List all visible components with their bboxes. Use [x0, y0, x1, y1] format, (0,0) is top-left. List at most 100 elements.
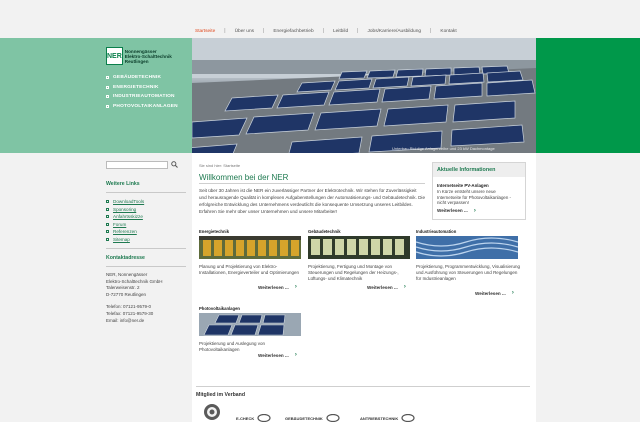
- square-bullet-icon: [106, 222, 109, 226]
- address-line: Elektro-Schalttechnik GmbH: [106, 278, 163, 284]
- arrow-right-icon: ›: [473, 207, 476, 214]
- badge-e-check[interactable]: E-CHECK: [236, 414, 271, 422]
- photovoltaik-image[interactable]: [199, 313, 301, 336]
- square-bullet-icon: [106, 200, 109, 204]
- nav-separator: |: [430, 28, 432, 34]
- menu-item-gebaeudetechnik[interactable]: GEBÄUDETECHNIK: [106, 73, 191, 83]
- nav-startseite[interactable]: Startseite: [195, 29, 215, 34]
- search-input[interactable]: [106, 160, 168, 169]
- menu-item-label: ENERGIETECHNIK: [113, 84, 159, 90]
- square-bullet-icon: [106, 237, 109, 241]
- header-band-right: [536, 38, 640, 153]
- nav-separator: |: [224, 28, 226, 34]
- link-label: Anfahrtsskizze: [113, 214, 143, 220]
- news-read-more[interactable]: Weiterlesen ... ›: [437, 208, 521, 214]
- address-line: Talerweisenstr. 2: [106, 285, 140, 291]
- verband-logo-seal[interactable]: [196, 402, 224, 422]
- menu-item-photovoltaikanlagen[interactable]: PHOTOVOLTAIKANLAGEN: [106, 102, 191, 112]
- teaser-title: Industrieautomation: [416, 229, 457, 234]
- hero-caption: Unterbau Richtige Anlagenreihe und 23 kW…: [392, 146, 495, 151]
- email-line[interactable]: Email: info@ner.de: [106, 318, 186, 325]
- divider: [199, 183, 425, 184]
- news-heading: Aktuelle Informationen: [433, 163, 525, 177]
- arrow-right-icon: ›: [403, 284, 406, 290]
- nav-energiefachbetrieb[interactable]: Energiefachbetrieb: [273, 29, 313, 34]
- link-label: Sponsoring: [113, 206, 137, 212]
- nav-leitbild[interactable]: Leitbild: [333, 29, 348, 34]
- main-menu: GEBÄUDETECHNIK ENERGIETECHNIK INDUSTRIEA…: [106, 73, 191, 111]
- teaser-industrieautomation: Industrieautomation Projektierung, Progr…: [415, 229, 520, 296]
- square-bullet-icon: [106, 76, 109, 80]
- address-line: NER, Nonnengässer: [106, 272, 148, 277]
- divider: [106, 266, 186, 267]
- divider: [106, 192, 186, 193]
- company-logo[interactable]: NER Nonnengässer Elektro-Schalttechnik R…: [106, 45, 172, 67]
- square-bullet-icon: [106, 215, 109, 219]
- nav-jobs[interactable]: Jobs/Karriere/Ausbildung: [367, 29, 421, 34]
- nav-kontakt[interactable]: Kontakt: [440, 29, 456, 34]
- teaser-text: Projektierung, Fertigung und Montage von…: [308, 264, 399, 282]
- divider: [106, 248, 186, 249]
- links-heading: Weitere Links: [106, 181, 140, 187]
- teaser-energietechnik: Energietechnik Planung und Projektierung…: [199, 229, 303, 290]
- teaser-title: Energietechnik: [199, 229, 230, 234]
- link-sponsoring[interactable]: Sponsoring: [106, 206, 186, 214]
- teaser-text: Projektierung, Programmentwicklung, Visu…: [416, 264, 520, 282]
- teaser-title: Gebäudetechnik: [308, 229, 341, 234]
- address-line: D-72770 Reutlingen: [106, 291, 147, 297]
- contact-address: NER, Nonnengässer Elektro-Schalttechnik …: [106, 272, 186, 324]
- hero-image-solar-roof: Unterbau Richtige Anlagenreihe und 23 kW…: [192, 38, 536, 153]
- nav-separator: |: [357, 28, 359, 34]
- news-text: In Kürze entsteht unsere neue Internetse…: [437, 189, 511, 206]
- link-label: DownloadTools: [113, 199, 145, 205]
- gebaeudetechnik-image[interactable]: [308, 236, 410, 259]
- search-icon: [171, 161, 178, 168]
- teaser-read-more[interactable]: Weiterlesen ... ›: [258, 284, 297, 290]
- menu-item-label: INDUSTRIEAUTOMATION: [113, 94, 175, 100]
- link-referenzen[interactable]: Referenzen: [106, 228, 186, 236]
- badge-label: GEBÄUDETECHNIK: [285, 415, 323, 421]
- link-downloadtools[interactable]: DownloadTools: [106, 198, 186, 206]
- link-anfahrtsskizze[interactable]: Anfahrtsskizze: [106, 213, 186, 221]
- arrow-right-icon: ›: [294, 284, 297, 290]
- link-label: Sitemap: [113, 236, 130, 242]
- teaser-read-more[interactable]: Weiterlesen ... ›: [367, 284, 406, 290]
- fax-line: Telefax: 07121-9579-30: [106, 310, 154, 316]
- link-sitemap[interactable]: Sitemap: [106, 236, 186, 244]
- nav-ueber-uns[interactable]: Über uns: [235, 29, 254, 34]
- breadcrumb: Sie sind hier: Startseite: [199, 163, 241, 168]
- top-navigation: Startseite | Über uns | Energiefachbetri…: [195, 26, 535, 36]
- menu-item-label: PHOTOVOLTAIKANLAGEN: [113, 103, 178, 109]
- teaser-read-more[interactable]: Weiterlesen ... ›: [258, 352, 297, 358]
- square-bullet-icon: [106, 95, 109, 99]
- square-bullet-icon: [106, 85, 109, 89]
- teaser-title: Photovoltaikanlagen: [199, 306, 240, 311]
- intro-text: Seit über 30 Jahren ist die NER ein zuve…: [199, 188, 426, 214]
- logo-text: Nonnengässer Elektro-Schalttechnik Reutl…: [125, 49, 172, 64]
- link-label: Forum: [113, 221, 127, 227]
- logo-line: Elektro-Schalttechnik: [124, 53, 172, 59]
- badge-label: E-CHECK: [236, 415, 255, 421]
- menu-item-industrieautomation[interactable]: INDUSTRIEAUTOMATION: [106, 92, 191, 102]
- energietechnik-image[interactable]: [199, 236, 301, 259]
- read-more-label: Weiterlesen ...: [437, 208, 468, 214]
- divider: [196, 386, 530, 387]
- page-title: Willkommen bei der NER: [199, 173, 289, 182]
- industrieautomation-image[interactable]: [415, 236, 519, 259]
- teaser-gebaeudetechnik: Gebäudetechnik Projektierung, Fertigung …: [308, 229, 412, 290]
- e-check-icon: [257, 414, 271, 422]
- teaser-photovoltaikanlagen: Photovoltaikanlagen Projektierung und Au…: [199, 306, 303, 358]
- link-forum[interactable]: Forum: [106, 221, 186, 229]
- news-box: Aktuelle Informationen Internetseite PV-…: [432, 162, 526, 220]
- phone-line: Telefon: 07121-9579-0: [106, 304, 152, 310]
- read-more-label: Weiterlesen ...: [258, 352, 289, 358]
- badge-label: ANTRIEBSTECHNIK: [360, 415, 399, 421]
- search-button[interactable]: [170, 161, 179, 169]
- menu-item-label: GEBÄUDETECHNIK: [113, 75, 162, 81]
- logo-line: Reutlingen: [124, 58, 149, 64]
- badge-gebaeudetechnik[interactable]: GEBÄUDETECHNIK: [285, 414, 340, 422]
- badge-antriebstechnik[interactable]: ANTRIEBSTECHNIK: [360, 414, 415, 422]
- teaser-read-more[interactable]: Weiterlesen ... ›: [475, 290, 514, 296]
- menu-item-energietechnik[interactable]: ENERGIETECHNIK: [106, 83, 191, 93]
- logo-mark: NER: [106, 47, 123, 65]
